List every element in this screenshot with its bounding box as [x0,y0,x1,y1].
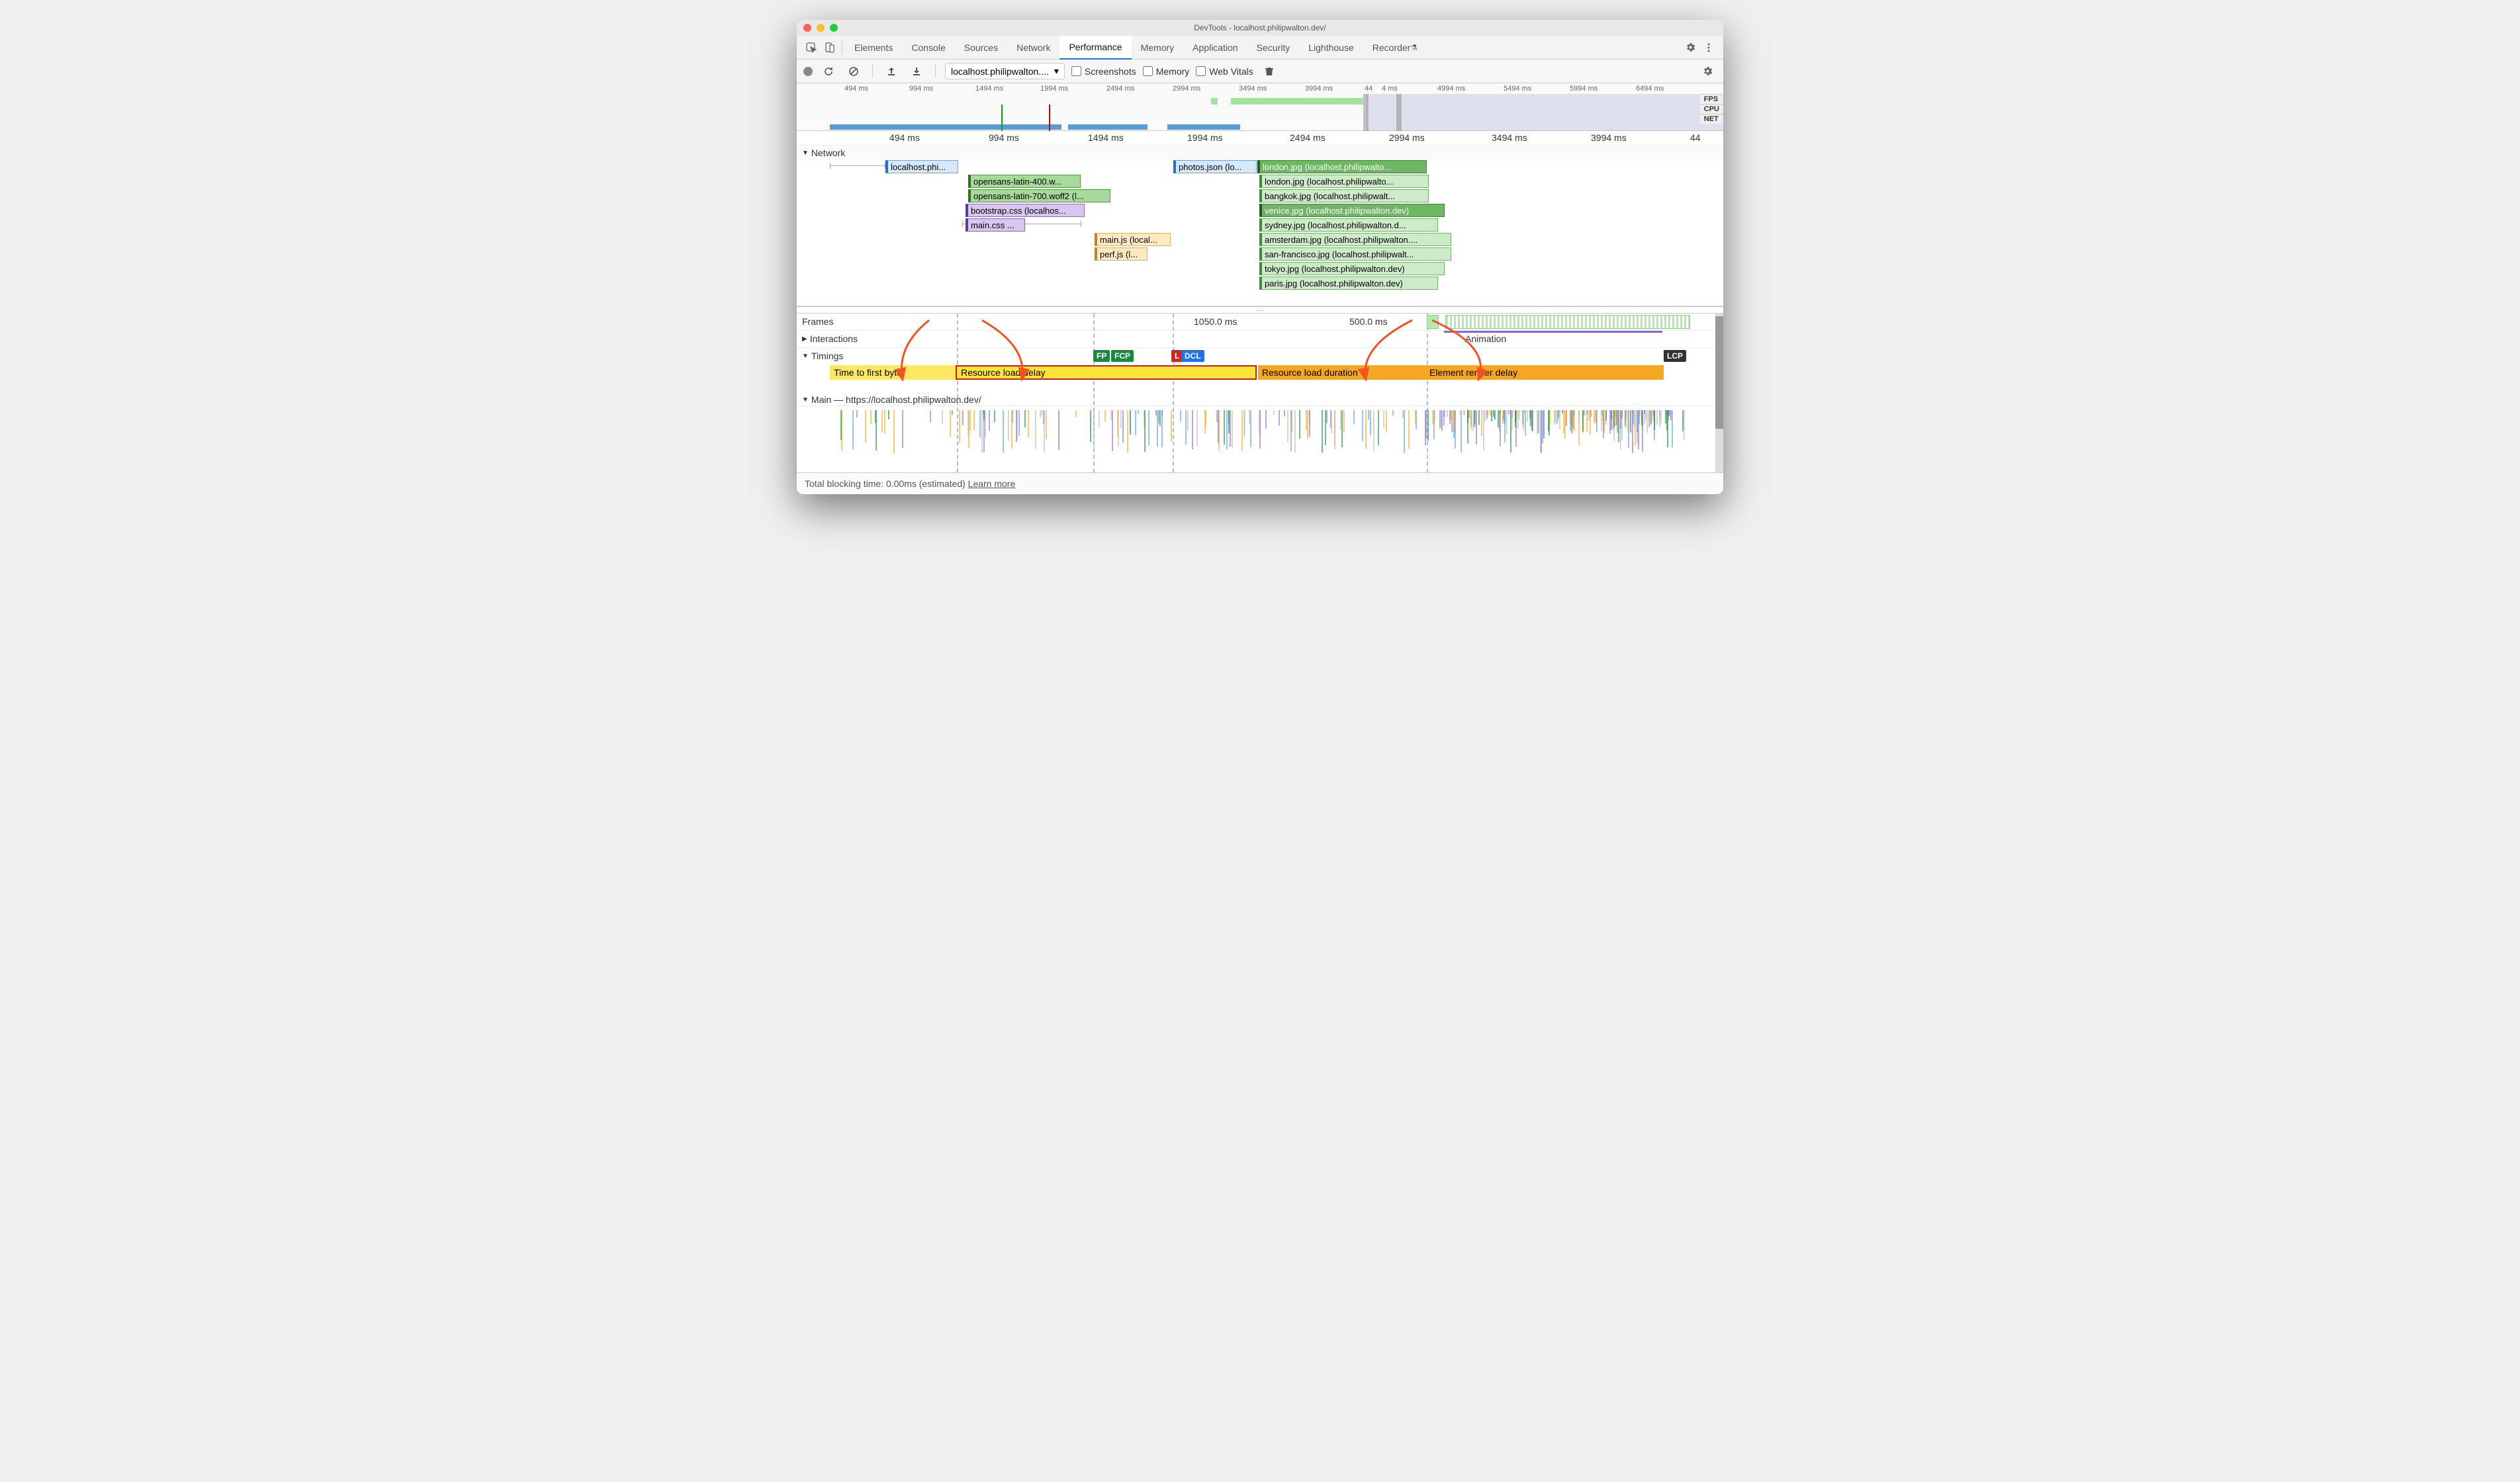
tab-elements[interactable]: Elements [845,36,902,60]
footer: Total blocking time: 0.00ms (estimated) … [797,472,1723,494]
webvitals-checkbox[interactable]: Web Vitals [1196,66,1253,77]
animation-label: Animation [1465,333,1506,344]
timing-phase[interactable]: Time to first byte [830,365,956,380]
network-request[interactable]: paris.jpg (localhost.philipwalton.dev) [1259,277,1438,290]
overview-ruler: 494 ms994 ms1494 ms1994 ms2494 ms2994 ms… [797,83,1723,94]
network-request[interactable]: photos.json (lo... [1173,160,1257,173]
network-request[interactable]: london.jpg (localhost.philipwalto... [1259,175,1429,188]
window-title: DevTools - localhost.philipwalton.dev/ [797,23,1723,32]
network-header[interactable]: ▼ Network [797,146,1723,160]
frame-duration-1: 1050.0 ms [1194,316,1237,327]
overview-graph [797,94,1723,131]
timing-phases: Time to first byteResource load delayRes… [797,363,1723,392]
device-icon[interactable] [821,38,839,57]
timings-track[interactable]: ▼Timings FPFCPLDCLLCP [797,348,1723,363]
scrollbar-thumb[interactable] [1715,316,1723,429]
reload-button[interactable] [819,62,838,81]
timing-marker-fcp[interactable]: FCP [1111,350,1134,362]
network-request[interactable]: amsterdam.jpg (localhost.philipwalton...… [1259,233,1451,246]
collapse-icon: ▶ [802,335,807,343]
panel-settings-icon[interactable] [1698,62,1717,81]
timing-phase[interactable]: Element render delay [1425,365,1664,380]
overview-timeline[interactable]: 494 ms994 ms1494 ms1994 ms2494 ms2994 ms… [797,83,1723,131]
lower-panel: Frames 1050.0 ms 500.0 ms ▶Interactions … [797,313,1723,472]
tab-network[interactable]: Network [1007,36,1059,60]
profile-selector[interactable]: localhost.philipwalton.... ▾ [945,63,1065,79]
clear-button[interactable] [844,62,863,81]
network-request[interactable]: localhost.phi... [885,160,958,173]
tab-application[interactable]: Application [1183,36,1247,60]
memory-checkbox[interactable]: Memory [1143,66,1190,77]
inspect-icon[interactable] [802,38,821,57]
network-section: ▼ Network localhost.phi... opensans-latin… [797,146,1723,306]
titlebar[interactable]: DevTools - localhost.philipwalton.dev/ [797,20,1723,36]
network-request[interactable]: tokyo.jpg (localhost.philipwalton.dev) [1259,262,1445,275]
panel-tabs: ElementsConsoleSourcesNetworkPerformance… [797,36,1723,60]
upload-button[interactable] [882,62,901,81]
selection-handle-left[interactable] [1363,94,1369,131]
tab-recorder[interactable]: Recorder ⚗ [1363,36,1427,60]
network-request[interactable]: san-francisco.jpg (localhost.philipwalt.… [1259,247,1451,261]
tab-security[interactable]: Security [1247,36,1300,60]
settings-icon[interactable] [1681,38,1699,57]
more-icon[interactable] [1699,38,1718,57]
scrollbar[interactable] [1715,314,1723,472]
network-request[interactable]: bootstrap.css (localhos... [966,204,1085,217]
tab-sources[interactable]: Sources [955,36,1007,60]
profile-name: localhost.philipwalton.... [951,66,1049,77]
network-waterfall[interactable]: localhost.phi... opensans-latin-400.w...o… [797,160,1723,306]
network-request[interactable]: opensans-latin-700.woff2 (l... [968,189,1110,202]
selection-handle-right[interactable] [1396,94,1402,131]
chevron-down-icon: ▾ [1054,65,1059,77]
tab-console[interactable]: Console [902,36,954,60]
interactions-track[interactable]: ▶Interactions Animation [797,331,1723,348]
expand-icon: ▼ [802,396,809,404]
trash-button[interactable] [1260,62,1279,81]
network-request[interactable]: perf.js (l... [1095,247,1148,261]
main-thread-header[interactable]: ▼Main — https://localhost.philipwalton.d… [797,392,1723,406]
network-request[interactable]: main.js (local... [1095,233,1171,246]
performance-toolbar: localhost.philipwalton.... ▾ Screenshots… [797,60,1723,83]
timing-phase[interactable]: Resource load delay [956,365,1257,380]
network-request[interactable]: bangkok.jpg (localhost.philipwalt... [1259,189,1429,202]
screenshots-checkbox[interactable]: Screenshots [1071,66,1136,77]
frames-track[interactable]: Frames 1050.0 ms 500.0 ms [797,314,1723,331]
network-request[interactable]: london.jpg (localhost.philipwalto... [1257,160,1427,173]
tab-memory[interactable]: Memory [1132,36,1184,60]
frame-duration-2: 500.0 ms [1349,316,1388,327]
timing-marker-lcp[interactable]: LCP [1664,350,1686,362]
main-thread-flame[interactable] [797,406,1723,472]
network-request[interactable]: main.css ... [966,218,1025,232]
record-button[interactable] [803,67,813,76]
network-request[interactable]: sydney.jpg (localhost.philipwalton.d... [1259,218,1438,232]
tbt-text: Total blocking time: 0.00ms (estimated) [805,478,966,489]
splitter[interactable]: ⋯ [797,306,1723,313]
overview-metric-labels: FPS CPU NET [1700,94,1723,124]
main-ruler[interactable]: 494 ms994 ms1494 ms1994 ms2494 ms2994 ms… [797,131,1723,146]
download-button[interactable] [907,62,926,81]
expand-icon: ▼ [802,353,809,360]
devtools-window: DevTools - localhost.philipwalton.dev/ E… [797,20,1723,494]
expand-icon: ▼ [802,150,809,157]
network-request[interactable]: venice.jpg (localhost.philipwalton.dev) [1259,204,1445,217]
learn-more-link[interactable]: Learn more [968,478,1016,489]
network-request[interactable]: opensans-latin-400.w... [968,175,1081,188]
tab-performance[interactable]: Performance [1059,36,1131,60]
tab-lighthouse[interactable]: Lighthouse [1299,36,1363,60]
timing-phase[interactable]: Resource load duration [1258,365,1425,380]
timing-marker-dcl[interactable]: DCL [1181,350,1204,362]
timing-marker-fp[interactable]: FP [1093,350,1110,362]
